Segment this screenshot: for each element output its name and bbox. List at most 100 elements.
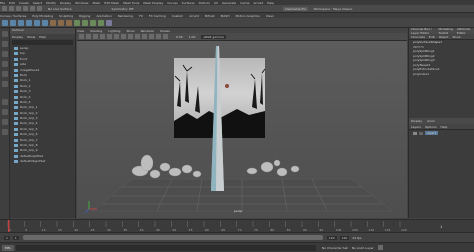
command-input[interactable] (16, 244, 316, 251)
shelf-tab[interactable]: Poly Modeling (32, 14, 53, 18)
layer-menu-item[interactable]: Options (425, 125, 437, 129)
shelf-tab[interactable]: MASH (221, 14, 230, 18)
paint-select-icon[interactable] (2, 51, 8, 57)
layer-menu-item[interactable]: Help (441, 125, 448, 129)
resolution-gate-icon[interactable] (121, 34, 126, 39)
menu-item[interactable]: Cache (240, 1, 249, 5)
menu-item[interactable]: Edit (9, 1, 15, 5)
menu-item[interactable]: Surfaces (182, 1, 195, 5)
anim-layer-dropdown[interactable]: No Anim Layer (352, 246, 374, 250)
layer-tab[interactable]: Anim (427, 119, 435, 123)
shelf-tab[interactable]: Arnold (189, 14, 199, 18)
open-scene-icon[interactable] (16, 6, 21, 11)
menu-item[interactable]: Help (267, 1, 274, 5)
template-icon[interactable] (419, 131, 423, 135)
input-node[interactable]: polyCube1 (409, 72, 474, 77)
gamma-value[interactable]: 1.00 (189, 35, 196, 39)
uv-editor-icon[interactable] (106, 19, 112, 26)
perspective-viewport[interactable]: persp (77, 41, 407, 218)
save-scene-icon[interactable] (23, 6, 28, 11)
layer-menu-item[interactable]: Layers (411, 125, 421, 129)
menu-item[interactable]: Mesh (93, 1, 101, 5)
menu-item[interactable]: Mesh Tools (123, 1, 139, 5)
end-frame-field[interactable]: 120 (339, 235, 350, 240)
mel-button[interactable]: MEL (2, 244, 14, 251)
menu-item[interactable]: Deform (199, 1, 210, 5)
range-slider-bar[interactable] (22, 235, 323, 240)
undo-icon[interactable] (30, 6, 35, 11)
workspace-selector[interactable]: Workspace : Maya Classic (314, 7, 353, 11)
outliner-item[interactable]: defaultObjectSet (10, 159, 75, 164)
layer-name[interactable]: layer1 (425, 131, 439, 135)
single-view-icon[interactable] (2, 99, 8, 105)
extrude-icon[interactable] (74, 19, 80, 26)
menu-item[interactable]: File (0, 1, 5, 5)
new-scene-icon[interactable] (9, 6, 14, 11)
character-set-dropdown[interactable]: No Character Set (322, 246, 348, 250)
menu-item[interactable]: Modify (46, 1, 56, 5)
viewport-menu-item[interactable]: Show (126, 29, 134, 33)
lasso-tool-icon[interactable] (2, 41, 8, 47)
textured-icon[interactable] (142, 34, 147, 39)
start-frame-field[interactable]: 1 (4, 235, 10, 240)
viewport-menu-item[interactable]: View (77, 29, 84, 33)
menu-item[interactable]: Display (60, 1, 71, 5)
lights-icon[interactable] (149, 34, 154, 39)
separate-icon[interactable] (58, 19, 64, 26)
outliner-layout-icon[interactable] (2, 119, 8, 125)
menu-item[interactable]: Windows (75, 1, 88, 5)
bridge-icon[interactable] (90, 19, 96, 26)
shelf-tab[interactable]: Bifrost (205, 14, 215, 18)
channel-box-menu-item[interactable]: Edit (429, 35, 435, 39)
outliner-search-input[interactable] (12, 40, 73, 45)
layer-tab[interactable]: Display (411, 119, 422, 123)
shelf-tab[interactable]: Animation (96, 14, 111, 18)
color-space-dropdown[interactable]: sRGB gamma (201, 34, 226, 39)
camera-attributes-icon[interactable] (86, 34, 91, 39)
playback-end-field[interactable]: 120 (326, 235, 337, 240)
bookmark-icon[interactable] (93, 34, 98, 39)
layer-row[interactable]: layer1 (409, 130, 474, 136)
smooth-shade-icon[interactable] (135, 34, 140, 39)
smooth-icon[interactable] (66, 19, 72, 26)
multicut-icon[interactable] (98, 19, 104, 26)
shelf-tab[interactable]: Rigging (79, 14, 90, 18)
shelf-tab[interactable]: Custom (172, 14, 184, 18)
xray-icon[interactable] (163, 34, 168, 39)
channel-box-menu-item[interactable]: Channels (411, 35, 425, 39)
time-slider[interactable]: 1 5 10 15 20 25 30 35 40 45 50 55 60 65 70 75 80 85 90 95 10… (0, 219, 474, 233)
torus-icon[interactable] (34, 19, 40, 26)
shadows-icon[interactable] (156, 34, 161, 39)
menu-item[interactable]: Create (19, 1, 29, 5)
outliner-menu-item[interactable]: Help (39, 35, 46, 39)
redo-icon[interactable] (37, 6, 42, 11)
four-view-icon[interactable] (2, 109, 8, 115)
channel-box-menu-item[interactable]: Object (439, 35, 449, 39)
shelf-tab[interactable]: Rendering (118, 14, 133, 18)
plane-icon[interactable] (42, 19, 48, 26)
menu-item[interactable]: UV (214, 1, 218, 5)
shelf-tab[interactable]: XGen (266, 14, 274, 18)
cube-icon[interactable] (10, 19, 16, 26)
visibility-icon[interactable] (413, 131, 417, 135)
outliner-menu-item[interactable]: Show (27, 35, 35, 39)
symmetry-label[interactable]: Symmetry: Off (112, 7, 134, 11)
viewport-menu-item[interactable]: Panels (160, 29, 170, 33)
wireframe-icon[interactable] (128, 34, 133, 39)
grid-icon[interactable] (107, 34, 112, 39)
bevel-icon[interactable] (82, 19, 88, 26)
cone-icon[interactable] (26, 19, 32, 26)
menu-item[interactable]: Mesh Display (143, 1, 163, 5)
playback-options-icon[interactable] (377, 245, 383, 250)
shelf-tab[interactable]: Curves / Surfaces (0, 14, 26, 18)
shelf-tab[interactable]: Sculpting (59, 14, 73, 18)
menu-item[interactable]: Curves (167, 1, 177, 5)
scale-tool-icon[interactable] (2, 81, 8, 87)
image-plane-icon[interactable] (100, 34, 105, 39)
viewport-menu-item[interactable]: Shading (90, 29, 102, 33)
playback-start-field[interactable]: 1 (12, 235, 19, 240)
menu-item[interactable]: Edit Mesh (104, 1, 119, 5)
viewport-menu-item[interactable]: Lighting (108, 29, 120, 33)
workspace-icon[interactable] (2, 6, 7, 11)
shelf-tab[interactable]: Motion Graphics (235, 14, 259, 18)
